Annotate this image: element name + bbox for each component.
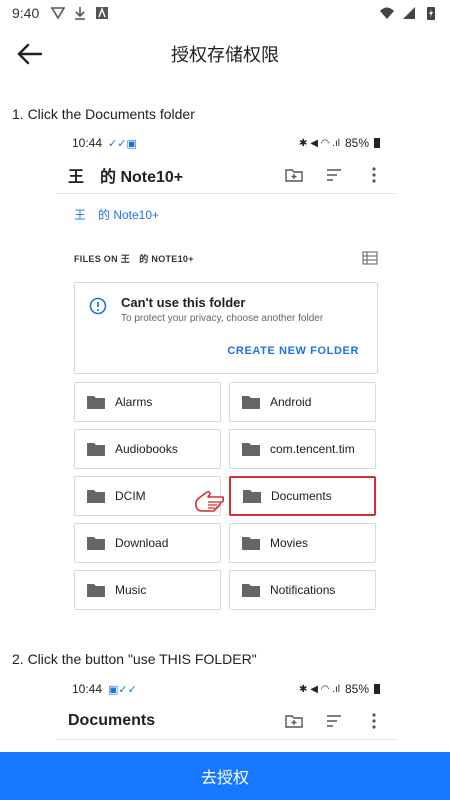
signal-icon	[403, 7, 415, 19]
folder-android[interactable]: Android	[229, 382, 376, 422]
mock-time: 10:44	[72, 136, 103, 150]
mock-status-bar: 10:44 ✓✓▣ ✱ ◀ ◠ .ıl 85%	[56, 130, 396, 156]
folder-label: com.tencent.tim	[270, 442, 355, 456]
folder-icon	[242, 584, 260, 597]
folder-audiobooks[interactable]: Audiobooks	[74, 429, 221, 469]
download-icon	[75, 7, 86, 20]
mock-toolbar-title: 王 的 Note10+	[68, 168, 184, 186]
folder-label: Movies	[270, 536, 309, 550]
pointing-hand-icon	[195, 490, 224, 512]
mock-system-icons: ✱ ◀ ◠ .ıl	[299, 683, 340, 695]
folder-icon	[87, 396, 105, 409]
mock-system-icons: ✱ ◀ ◠ .ıl	[299, 137, 340, 149]
new-folder-icon	[285, 168, 303, 182]
folder-icon	[242, 537, 260, 550]
folder-music[interactable]: Music	[74, 570, 221, 610]
info-icon	[89, 297, 107, 315]
folder-icon	[242, 443, 260, 456]
warning-subtitle: To protect your privacy, choose another …	[121, 313, 324, 324]
list-view-icon	[362, 251, 378, 265]
folder-icon	[87, 490, 105, 503]
folder-label: Alarms	[115, 395, 153, 409]
mock-toolbar-title: Documents	[68, 711, 156, 729]
step-1-screenshot: 10:44 ✓✓▣ ✱ ◀ ◠ .ıl 85% 王 的 Note10+ 王 的 …	[56, 130, 396, 610]
breadcrumb: 王 的 Note10+	[74, 207, 160, 222]
step-1-label: 1. Click the Documents folder	[12, 106, 195, 122]
mock-notification-icons: ▣✓✓	[108, 683, 137, 696]
folder-movies[interactable]: Movies	[229, 523, 376, 563]
page-title: 授权存储权限	[171, 45, 279, 65]
folder-label: Android	[270, 395, 312, 409]
grant-permission-button[interactable]: 去授权	[0, 752, 450, 800]
battery-icon	[427, 7, 435, 20]
cant-use-folder-card: Can't use this folder To protect your pr…	[74, 282, 378, 374]
create-new-folder-button[interactable]: CREATE NEW FOLDER	[227, 345, 359, 357]
mock-battery: 85%	[344, 136, 369, 150]
folder-icon	[87, 443, 105, 456]
folder-download[interactable]: Download	[74, 523, 221, 563]
step-2-screenshot: 10:44 ▣✓✓ ✱ ◀ ◠ .ıl 85% Documents	[56, 676, 396, 740]
files-on-label: FILES ON 王 的 NOTE10+	[74, 253, 194, 264]
sort-icon	[327, 714, 341, 727]
folder-notifications[interactable]: Notifications	[229, 570, 376, 610]
folder-documents[interactable]: Documents	[229, 476, 376, 516]
folder-label: Music	[115, 583, 147, 597]
files-on-header: FILES ON 王 的 NOTE10+	[56, 234, 396, 282]
folder-label: Audiobooks	[115, 442, 178, 456]
mock-toolbar: 王 的 Note10+	[56, 156, 396, 194]
sort-icon	[327, 168, 341, 181]
folder-label: Documents	[271, 489, 332, 503]
mock-status-bar: 10:44 ▣✓✓ ✱ ◀ ◠ .ıl 85%	[56, 676, 396, 702]
more-vert-icon	[372, 166, 376, 183]
arrow-left-icon	[17, 43, 43, 65]
mock-toolbar: Documents	[56, 702, 396, 740]
notification-icon	[51, 7, 66, 20]
wifi-icon	[380, 7, 394, 19]
back-button[interactable]	[12, 36, 48, 72]
mock-battery: 85%	[344, 682, 369, 696]
folder-label: DCIM	[115, 489, 146, 503]
mock-notification-icons: ✓✓▣	[108, 137, 137, 150]
folder-alarms[interactable]: Alarms	[74, 382, 221, 422]
mock-time: 10:44	[72, 682, 103, 696]
folder-icon	[243, 490, 261, 503]
mock-battery-icon	[374, 138, 380, 148]
folder-grid: Alarms Android Audiobooks com.tencent.ti…	[74, 382, 378, 610]
app-notification-icon	[96, 7, 109, 19]
folder-icon	[87, 537, 105, 550]
new-folder-icon	[285, 714, 303, 728]
app-header: 授权存储权限	[0, 26, 450, 82]
folder-label: Notifications	[270, 583, 336, 597]
folder-icon	[87, 584, 105, 597]
folder-icon	[242, 396, 260, 409]
step-2-label: 2. Click the button "use THIS FOLDER"	[12, 651, 257, 667]
folder-label: Download	[115, 536, 169, 550]
more-vert-icon	[372, 712, 376, 729]
status-bar: 9:40	[0, 0, 450, 26]
mock-battery-icon	[374, 684, 380, 694]
warning-title: Can't use this folder	[121, 295, 246, 310]
folder-com-tencent-tim[interactable]: com.tencent.tim	[229, 429, 376, 469]
status-time: 9:40	[12, 5, 40, 21]
